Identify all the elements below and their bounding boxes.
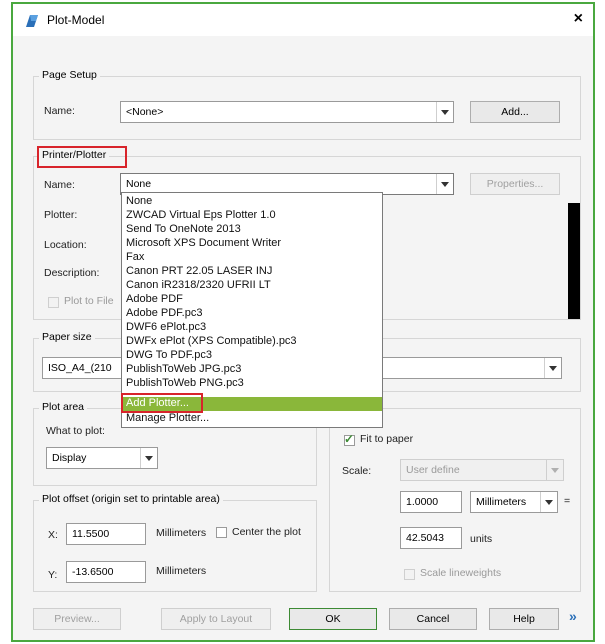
scale-value: User define: [406, 464, 460, 476]
printer-dropdown-list: None ZWCAD Virtual Eps Plotter 1.0 Send …: [121, 192, 383, 428]
dropdown-item[interactable]: None: [122, 195, 382, 208]
plot-to-file-checkbox[interactable]: [48, 297, 59, 308]
plot-offset-legend: Plot offset (origin set to printable are…: [39, 493, 223, 505]
plotter-label: Plotter:: [44, 209, 78, 221]
page-setup-name-label: Name:: [44, 105, 75, 117]
units-label: units: [470, 533, 493, 545]
dropdown-item-add-plotter[interactable]: Add Plotter...: [122, 397, 382, 411]
y-label: Y:: [48, 569, 58, 581]
close-icon[interactable]: ×: [574, 10, 583, 28]
units-number-input[interactable]: 42.5043: [400, 527, 462, 549]
chevron-down-icon: [540, 492, 557, 512]
plot-area-legend: Plot area: [39, 401, 88, 413]
what-to-plot-value: Display: [52, 452, 87, 464]
location-label: Location:: [44, 239, 87, 251]
equals-sign: =: [564, 495, 571, 507]
dropdown-item[interactable]: Adobe PDF.pc3: [122, 307, 382, 320]
x-label: X:: [48, 529, 58, 541]
what-to-plot-label: What to plot:: [46, 425, 105, 437]
center-plot-label: Center the plot: [232, 526, 301, 538]
title-bar: Plot-Model ×: [13, 4, 593, 36]
y-unit-label: Millimeters: [156, 565, 207, 577]
cancel-button[interactable]: Cancel: [389, 608, 477, 630]
x-offset-input[interactable]: 11.5500: [66, 523, 146, 545]
properties-button[interactable]: Properties...: [470, 173, 560, 195]
plot-dialog: Plot-Model × Page Setup Name: <None> Add…: [11, 2, 595, 642]
paper-size-legend: Paper size: [39, 331, 95, 343]
chevron-down-icon: [436, 102, 453, 122]
what-to-plot-select[interactable]: Display: [46, 447, 158, 469]
scale-lineweights-checkbox[interactable]: [404, 569, 415, 580]
page-setup-group: Page Setup Name: <None> Add...: [33, 69, 581, 140]
scale-select[interactable]: User define: [400, 459, 564, 481]
dropdown-item[interactable]: Microsoft XPS Document Writer: [122, 237, 382, 250]
dropdown-item[interactable]: DWG To PDF.pc3: [122, 349, 382, 362]
page-setup-name-select[interactable]: <None>: [120, 101, 454, 123]
app-icon: [26, 15, 38, 27]
ok-button[interactable]: OK: [289, 608, 377, 630]
chevron-down-icon: [546, 460, 563, 480]
preview-block: [568, 203, 580, 319]
dropdown-item[interactable]: Canon iR2318/2320 UFRII LT: [122, 279, 382, 292]
dropdown-item[interactable]: Canon PRT 22.05 LASER INJ: [122, 265, 382, 278]
scale-unit-value: Millimeters: [476, 496, 527, 508]
x-unit-label: Millimeters: [156, 527, 207, 539]
preview-button[interactable]: Preview...: [33, 608, 121, 630]
dropdown-item[interactable]: Adobe PDF: [122, 293, 382, 306]
scale-label: Scale:: [342, 465, 372, 477]
printer-name-label: Name:: [44, 179, 75, 191]
fit-to-paper-label: Fit to paper: [360, 433, 414, 445]
scale-lineweights-label: Scale lineweights: [420, 567, 502, 579]
y-offset-input[interactable]: -13.6500: [66, 561, 146, 583]
page-setup-add-button[interactable]: Add...: [470, 101, 560, 123]
dropdown-item[interactable]: PublishToWeb PNG.pc3: [122, 377, 382, 390]
plot-to-file-label: Plot to File: [64, 295, 114, 307]
chevron-down-icon: [544, 358, 561, 378]
plot-scale-group: Fit to paper Scale: User define 1.0000 M…: [329, 408, 581, 592]
page-setup-legend: Page Setup: [39, 69, 100, 81]
dropdown-item[interactable]: PublishToWeb JPG.pc3: [122, 363, 382, 376]
scale-unit-select[interactable]: Millimeters: [470, 491, 558, 513]
dropdown-item[interactable]: Fax: [122, 251, 382, 264]
page-setup-name-value: <None>: [126, 106, 164, 118]
dropdown-item[interactable]: DWF6 ePlot.pc3: [122, 321, 382, 334]
dropdown-item[interactable]: Send To OneNote 2013: [122, 223, 382, 236]
chevron-down-icon: [140, 448, 157, 468]
apply-to-layout-button[interactable]: Apply to Layout: [161, 608, 271, 630]
dropdown-item[interactable]: Manage Plotter...: [122, 412, 382, 425]
description-label: Description:: [44, 267, 100, 279]
dialog-title: Plot-Model: [47, 13, 105, 27]
printer-name-value: None: [126, 178, 152, 190]
chevron-down-icon: [436, 174, 453, 194]
scale-number-input[interactable]: 1.0000: [400, 491, 462, 513]
center-plot-checkbox[interactable]: [216, 527, 227, 538]
paper-size-value: ISO_A4_(210: [48, 362, 112, 374]
plot-offset-group: Plot offset (origin set to printable are…: [33, 493, 317, 592]
more-options-icon[interactable]: »: [569, 608, 577, 624]
dropdown-item[interactable]: ZWCAD Virtual Eps Plotter 1.0: [122, 209, 382, 222]
dropdown-item[interactable]: DWFx ePlot (XPS Compatible).pc3: [122, 335, 382, 348]
help-button[interactable]: Help: [489, 608, 559, 630]
printer-plotter-legend: Printer/Plotter: [39, 149, 110, 161]
fit-to-paper-checkbox[interactable]: [344, 432, 355, 446]
